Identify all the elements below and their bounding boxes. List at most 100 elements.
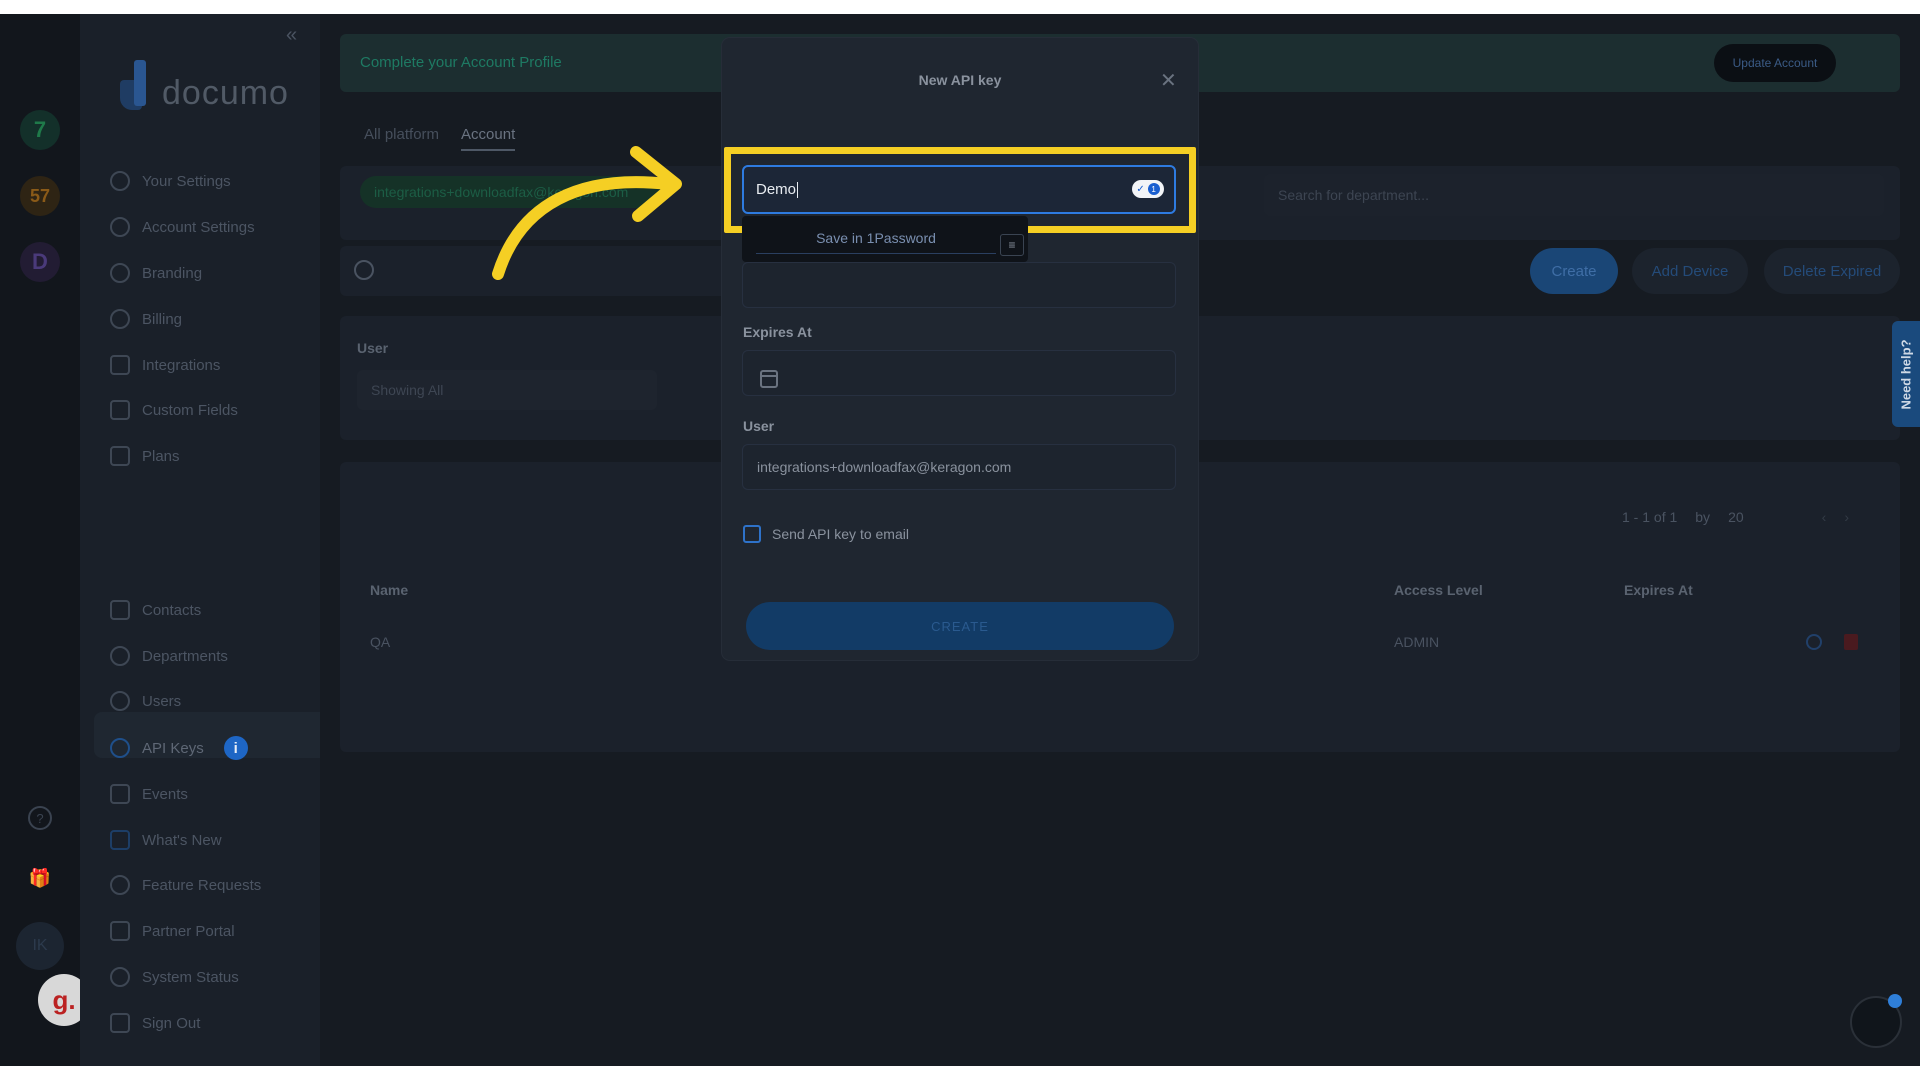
send-email-checkbox[interactable] bbox=[743, 525, 761, 543]
sidebar-item-sign-out[interactable]: Sign Out bbox=[110, 1008, 200, 1038]
next-page-icon[interactable]: › bbox=[1844, 509, 1849, 525]
sidebar-item-account-settings[interactable]: Account Settings bbox=[110, 212, 255, 242]
delete-trash-icon[interactable] bbox=[1844, 634, 1858, 650]
user-filter-label: User bbox=[357, 340, 389, 356]
user-filter-select[interactable]: Showing All bbox=[357, 370, 657, 410]
workspace-d[interactable]: D bbox=[20, 242, 60, 282]
sidebar-item-label: Plans bbox=[142, 447, 180, 465]
sidebar-item-label: Partner Portal bbox=[142, 922, 235, 940]
contacts-icon bbox=[110, 600, 130, 620]
create-api-key-button[interactable]: CREATE bbox=[746, 602, 1174, 650]
sidebar-item-label: Contacts bbox=[142, 601, 202, 619]
chat-notification-dot bbox=[1888, 994, 1902, 1008]
sidebar-item-label: Account Settings bbox=[142, 218, 255, 236]
user-initials-avatar[interactable]: IK bbox=[16, 922, 64, 970]
calendar-icon[interactable] bbox=[760, 370, 778, 388]
row-access-cell: ADMIN bbox=[1394, 634, 1440, 650]
pagination-range: 1 - 1 of 1 bbox=[1622, 509, 1678, 525]
sidebar-item-integrations[interactable]: Integrations bbox=[110, 350, 220, 380]
need-help-tab[interactable]: Need help? bbox=[1892, 321, 1920, 427]
user-label: User bbox=[743, 418, 775, 434]
modal-title: New API key bbox=[918, 72, 1002, 88]
column-header-name[interactable]: Name bbox=[370, 582, 408, 598]
palette-icon bbox=[110, 263, 130, 283]
sidebar-item-label: Events bbox=[142, 785, 188, 803]
account-icon bbox=[110, 217, 130, 237]
sidebar-item-departments[interactable]: Departments bbox=[110, 641, 228, 671]
new-api-key-modal bbox=[722, 38, 1198, 660]
documo-logo: documo bbox=[120, 54, 289, 110]
prev-page-icon[interactable]: ‹ bbox=[1822, 509, 1827, 525]
row-name-cell: QA bbox=[370, 634, 391, 650]
sidebar-item-label: System Status bbox=[142, 968, 239, 986]
user-icon bbox=[110, 171, 130, 191]
help-circle-icon[interactable]: ? bbox=[28, 806, 52, 830]
sidebar-item-contacts[interactable]: Contacts bbox=[110, 595, 201, 625]
save-in-1password-button[interactable]: Save in 1Password bbox=[756, 222, 996, 254]
sidebar-item-events[interactable]: Events bbox=[110, 779, 188, 809]
sign-out-icon bbox=[110, 1013, 130, 1033]
secondary-field[interactable] bbox=[742, 262, 1176, 308]
column-header-expires-at[interactable]: Expires At bbox=[1624, 582, 1693, 598]
sliders-icon[interactable]: ≡ bbox=[1000, 234, 1024, 256]
sidebar-item-label: API Keys bbox=[142, 739, 204, 757]
sidebar-item-whats-new[interactable]: What's New bbox=[110, 825, 222, 855]
column-header-access-level[interactable]: Access Level bbox=[1394, 582, 1483, 598]
sidebar-item-branding[interactable]: Branding bbox=[110, 258, 202, 288]
sidebar-item-label: Custom Fields bbox=[142, 401, 238, 419]
sidebar-item-label: Feature Requests bbox=[142, 876, 262, 894]
sidebar-item-billing[interactable]: Billing bbox=[110, 304, 182, 334]
sidebar-item-feature-requests[interactable]: Feature Requests bbox=[110, 870, 261, 900]
expires-at-label: Expires At bbox=[743, 324, 812, 340]
workspace-7[interactable]: 7 bbox=[20, 110, 60, 150]
tools-icon bbox=[110, 400, 130, 420]
sidebar-item-label: Sign Out bbox=[142, 1014, 201, 1032]
settings-gear-icon[interactable] bbox=[1806, 634, 1822, 650]
workspace-rail: 7 57 D ? 🎁 IK bbox=[0, 14, 80, 1066]
sidebar-item-label: Branding bbox=[142, 264, 203, 282]
sidebar-item-plans[interactable]: Plans bbox=[110, 441, 180, 471]
tutorial-arrow-icon bbox=[492, 146, 682, 280]
collapse-sidebar-icon[interactable]: « bbox=[286, 24, 297, 47]
chat-widget-icon[interactable] bbox=[1850, 994, 1902, 1048]
update-account-button[interactable]: Update Account bbox=[1714, 44, 1836, 82]
user-input[interactable]: integrations+downloadfax@keragon.com bbox=[742, 444, 1176, 490]
info-icon[interactable]: i bbox=[223, 736, 248, 760]
send-email-label[interactable]: Send API key to email bbox=[772, 526, 909, 542]
need-help-label: Need help? bbox=[1898, 338, 1914, 410]
per-page-select[interactable]: 20 bbox=[1728, 509, 1744, 525]
add-device-button[interactable]: Add Device bbox=[1632, 248, 1748, 294]
tab-all-platform[interactable]: All platform bbox=[364, 126, 439, 151]
dollar-icon bbox=[110, 309, 130, 329]
department-icon bbox=[110, 646, 130, 666]
sidebar-item-label: Departments bbox=[142, 647, 228, 665]
department-search-input[interactable]: Search for department... bbox=[1264, 174, 1884, 216]
search-icon bbox=[354, 260, 374, 280]
expires-at-input[interactable] bbox=[742, 350, 1176, 396]
sidebar-item-label: Integrations bbox=[142, 356, 221, 374]
documo-logo-mark bbox=[120, 60, 156, 110]
lock-icon bbox=[110, 446, 130, 466]
create-button[interactable]: Create bbox=[1530, 248, 1618, 294]
users-icon bbox=[110, 691, 130, 711]
sidebar-item-label: Your Settings bbox=[142, 172, 231, 190]
close-icon[interactable]: ✕ bbox=[1160, 68, 1177, 93]
app-window: 7 57 D ? 🎁 IK g. 3 « documo Your Setting… bbox=[0, 14, 1920, 1066]
sidebar-item-custom-fields[interactable]: Custom Fields bbox=[110, 395, 238, 425]
status-info-icon bbox=[110, 967, 130, 987]
pagination: 1 - 1 of 1 by 20 ‹ › bbox=[1622, 509, 1849, 525]
key-icon bbox=[110, 738, 130, 758]
delete-expired-button[interactable]: Delete Expired bbox=[1764, 248, 1900, 294]
sidebar-item-partner-portal[interactable]: Partner Portal bbox=[110, 916, 235, 946]
calendar-icon bbox=[110, 784, 130, 804]
cake-icon bbox=[110, 830, 130, 850]
sidebar-item-api-keys[interactable]: API Keys i bbox=[110, 733, 248, 763]
banner-text[interactable]: Complete your Account Profile bbox=[360, 54, 562, 71]
handshake-icon bbox=[110, 921, 130, 941]
sidebar-item-your-settings[interactable]: Your Settings bbox=[110, 166, 231, 196]
sidebar-item-users[interactable]: Users bbox=[110, 686, 181, 716]
sidebar-item-system-status[interactable]: System Status bbox=[110, 962, 239, 992]
gift-icon[interactable]: 🎁 bbox=[28, 866, 52, 890]
workspace-57[interactable]: 57 bbox=[20, 176, 60, 216]
pagination-by: by bbox=[1695, 509, 1711, 525]
